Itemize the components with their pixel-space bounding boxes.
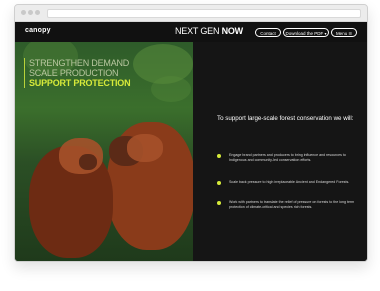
menu-button-label: Menu xyxy=(335,31,348,36)
contact-button-label: Contact xyxy=(260,31,276,36)
orangutan-photo: STRENGTHEN DEMAND SCALE PRODUCTION SUPPO… xyxy=(15,42,193,261)
browser-window: canopy NEXT GEN NOW Contact Download the… xyxy=(14,4,368,262)
list-item-text: Scale back pressure to high irreplaceabl… xyxy=(229,180,350,184)
headline-scale-production: SCALE PRODUCTION xyxy=(29,68,119,78)
site-header: canopy NEXT GEN NOW Contact Download the… xyxy=(15,22,367,42)
download-pdf-button[interactable]: Download the PDF ▾ xyxy=(283,28,329,37)
address-bar[interactable] xyxy=(47,9,361,18)
window-minimize-icon[interactable] xyxy=(28,10,33,15)
menu-button[interactable]: Menu ☰ xyxy=(331,28,357,37)
canopy-logo[interactable]: canopy xyxy=(25,27,51,34)
list-item-text: Work with partners to translate the reli… xyxy=(229,200,355,209)
bullet-icon xyxy=(217,181,221,185)
next-gen-now-brand: NEXT GEN NOW xyxy=(175,26,243,36)
window-close-icon[interactable] xyxy=(21,10,26,15)
headline-support-protection: SUPPORT PROTECTION xyxy=(29,78,131,88)
window-maximize-icon[interactable] xyxy=(35,10,40,15)
headline-strengthen-demand: STRENGTHEN DEMAND xyxy=(29,58,130,68)
conservation-panel: To support large-scale forest conservati… xyxy=(193,42,367,261)
list-item-text: Engage brand partners and producers to b… xyxy=(229,153,346,162)
page-viewport: canopy NEXT GEN NOW Contact Download the… xyxy=(15,22,367,261)
panel-title: To support large-scale forest conservati… xyxy=(217,115,354,122)
menu-icon: ☰ xyxy=(348,31,353,36)
bullet-icon xyxy=(217,154,221,158)
browser-toolbar xyxy=(15,5,367,22)
brand-bold: NOW xyxy=(221,26,244,36)
hero-headline: STRENGTHEN DEMAND SCALE PRODUCTION SUPPO… xyxy=(24,58,179,88)
brand-light: NEXT GEN xyxy=(175,26,220,36)
download-button-label: Download the PDF xyxy=(285,31,324,36)
chevron-down-icon: ▾ xyxy=(324,31,327,36)
contact-button[interactable]: Contact xyxy=(255,28,281,37)
bullet-icon xyxy=(217,201,221,205)
